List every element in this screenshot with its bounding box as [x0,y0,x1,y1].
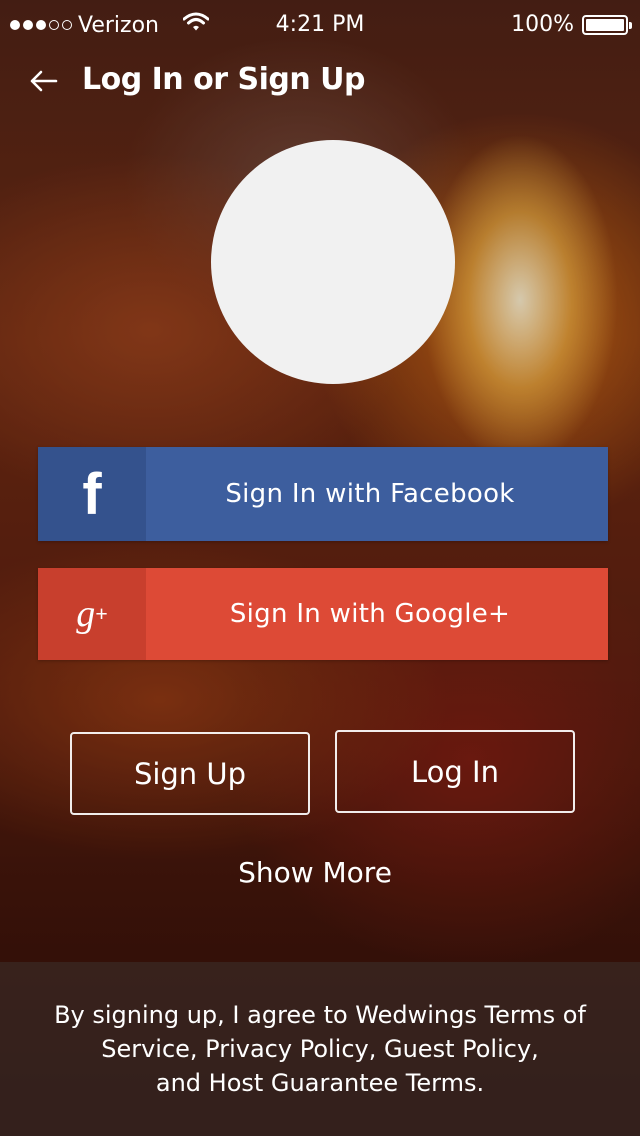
log-in-label: Log In [411,754,499,789]
nav-bar: Log In or Sign Up [0,50,640,112]
battery-percent: 100% [511,12,574,37]
google-button-label: Sign In with Google+ [229,599,511,629]
google-plus-icon: g + [38,568,146,660]
google-icon-glyph: g [76,593,96,635]
terms-line: and Host Guarantee Terms. [155,1069,485,1097]
profile-photo-placeholder[interactable] [211,140,455,384]
battery-icon [582,14,632,35]
terms-line: By signing up, I agree to Wedwings Terms… [54,1001,586,1029]
terms-line: Service, Privacy Policy, Guest Policy, [101,1035,539,1063]
facebook-icon: f [38,447,146,541]
status-right: 100% [511,12,632,37]
status-bar: Verizon 4:21 PM 100% [0,0,640,50]
facebook-sign-in-button[interactable]: f Sign In with Facebook [38,447,608,541]
google-sign-in-button[interactable]: g + Sign In with Google+ [38,568,608,660]
google-icon-plus: + [95,601,108,626]
sign-up-button[interactable]: Sign Up [70,732,310,815]
log-in-button[interactable]: Log In [335,730,575,813]
show-more-link[interactable]: Show More [0,856,630,889]
page-title: Log In or Sign Up [82,62,365,97]
legal-footer: By signing up, I agree to Wedwings Terms… [0,962,640,1136]
facebook-button-label: Sign In with Facebook [225,479,515,509]
back-arrow-icon[interactable] [26,64,60,98]
terms-text: By signing up, I agree to Wedwings Terms… [30,998,610,1100]
facebook-icon-glyph: f [82,461,102,527]
sign-up-label: Sign Up [133,756,247,791]
